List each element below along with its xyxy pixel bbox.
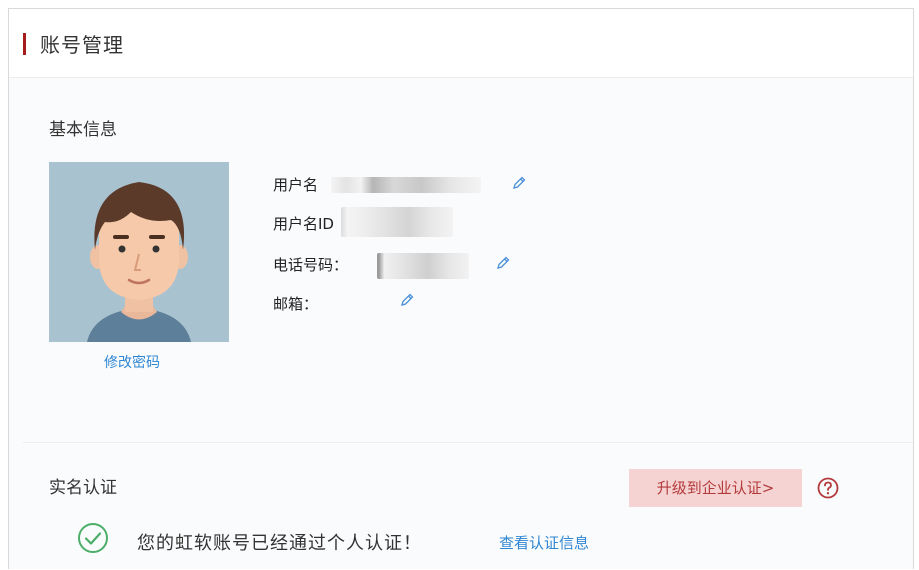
verification-status-message: 您的虹软账号已经通过个人认证！ — [137, 533, 422, 554]
check-circle-icon — [78, 523, 108, 553]
upgrade-enterprise-button[interactable]: 升级到企业认证> — [629, 469, 802, 507]
email-label: 邮箱： — [273, 295, 319, 313]
phone-value-redacted — [377, 253, 469, 279]
avatar-illustration — [87, 182, 191, 342]
page-title: 账号管理 — [40, 33, 124, 57]
pencil-icon[interactable] — [399, 292, 415, 308]
change-password-link[interactable]: 修改密码 — [104, 352, 160, 372]
phone-label: 电话号码： — [273, 256, 349, 274]
section-divider — [23, 442, 913, 443]
page-header: 账号管理 — [9, 9, 913, 78]
pencil-icon[interactable] — [495, 255, 511, 271]
username-value-redacted — [331, 177, 481, 193]
question-circle-icon[interactable] — [817, 477, 839, 499]
basic-info-heading: 基本信息 — [49, 120, 117, 140]
title-accent-bar — [23, 33, 26, 55]
verification-heading: 实名认证 — [49, 478, 117, 498]
user-id-label: 用户名ID — [273, 215, 334, 233]
pencil-icon[interactable] — [511, 175, 527, 191]
view-verification-link[interactable]: 查看认证信息 — [499, 532, 589, 553]
user-id-value-redacted — [341, 207, 453, 237]
account-management-panel: 账号管理 基本信息 修改密码 用户名 用户名ID 电话号码： 邮箱： 实名认证 … — [8, 8, 914, 569]
username-label: 用户名 — [273, 176, 319, 194]
avatar — [49, 162, 229, 342]
